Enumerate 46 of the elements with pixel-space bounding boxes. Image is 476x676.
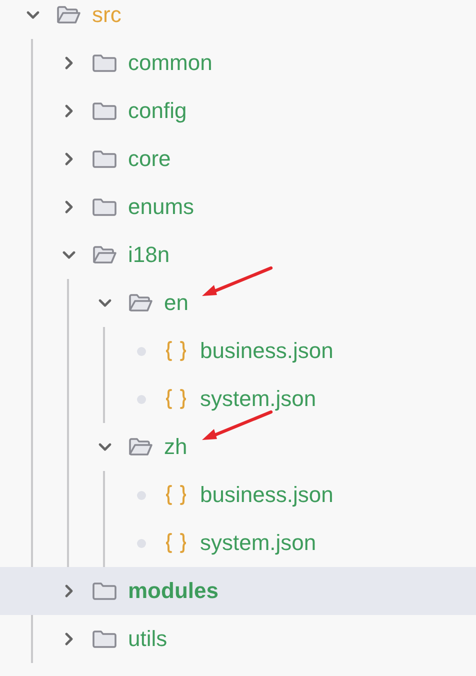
folder-name: en — [164, 290, 188, 316]
braces-icon — [164, 388, 188, 410]
folder-icon — [92, 581, 116, 601]
folder-row[interactable]: modules — [0, 567, 476, 615]
folder-name: utils — [128, 626, 168, 652]
folder-icon — [92, 197, 116, 217]
folder-name: src — [92, 2, 122, 28]
file-row[interactable]: system.json — [0, 375, 476, 423]
dot-icon — [136, 346, 146, 356]
dot-icon — [136, 490, 146, 500]
folder-icon — [92, 149, 116, 169]
folder-icon — [92, 101, 116, 121]
folder-row[interactable]: i18n — [0, 231, 476, 279]
file-name: system.json — [200, 530, 316, 556]
folder-name: core — [128, 146, 171, 172]
folder-name: i18n — [128, 242, 170, 268]
file-row[interactable]: business.json — [0, 471, 476, 519]
file-name: business.json — [200, 338, 334, 364]
folder-icon — [92, 629, 116, 649]
braces-icon — [164, 532, 188, 554]
folder-row[interactable]: config — [0, 87, 476, 135]
file-name: system.json — [200, 386, 316, 412]
open-folder-icon — [56, 5, 80, 25]
folder-row[interactable]: zh — [0, 423, 476, 471]
folder-name: common — [128, 50, 212, 76]
file-row[interactable]: business.json — [0, 327, 476, 375]
folder-row[interactable]: core — [0, 135, 476, 183]
open-folder-icon — [128, 437, 152, 457]
braces-icon — [164, 340, 188, 362]
braces-icon — [164, 484, 188, 506]
folder-name: modules — [128, 578, 218, 604]
folder-row[interactable]: src — [0, 0, 476, 39]
folder-name: config — [128, 98, 187, 124]
file-row[interactable]: system.json — [0, 519, 476, 567]
open-folder-icon — [92, 245, 116, 265]
folder-row[interactable]: common — [0, 39, 476, 87]
folder-name: zh — [164, 434, 188, 460]
folder-row[interactable]: enums — [0, 183, 476, 231]
folder-name: enums — [128, 194, 194, 220]
dot-icon — [136, 394, 146, 404]
folder-row[interactable]: en — [0, 279, 476, 327]
dot-icon — [136, 538, 146, 548]
folder-row[interactable]: utils — [0, 615, 476, 663]
open-folder-icon — [128, 293, 152, 313]
folder-icon — [92, 53, 116, 73]
file-name: business.json — [200, 482, 334, 508]
